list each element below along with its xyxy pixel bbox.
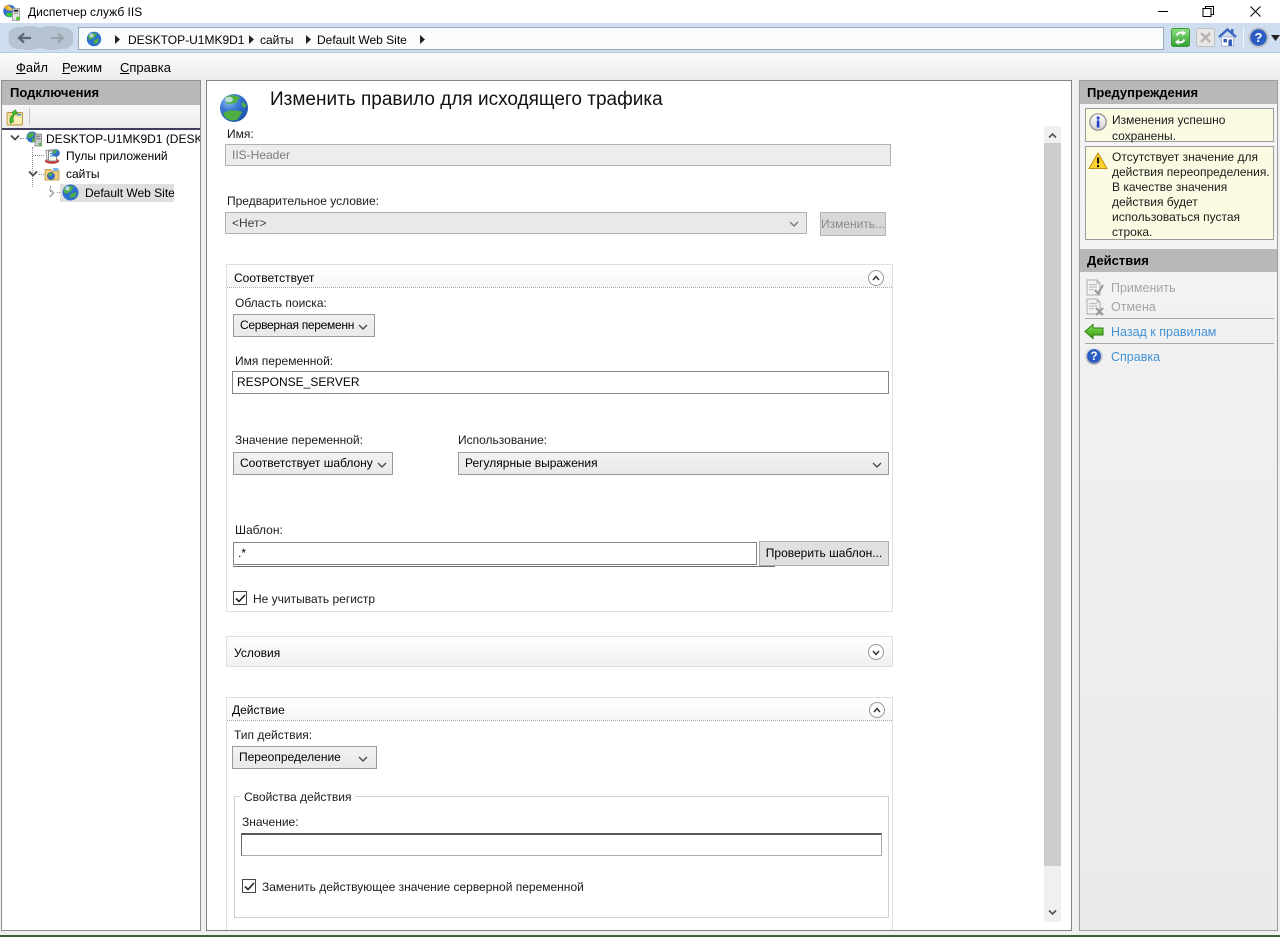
svg-text:?: ?	[1090, 351, 1097, 363]
svg-text:?: ?	[1255, 30, 1263, 45]
